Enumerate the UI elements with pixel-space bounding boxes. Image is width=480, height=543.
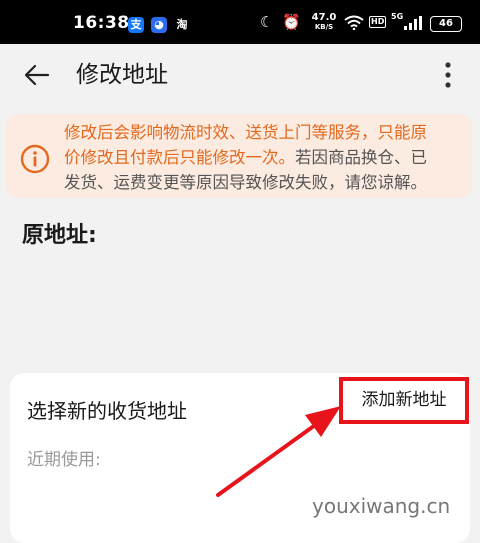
alarm-icon: ⏰ (282, 13, 301, 31)
notice-line-2-orange: 价修改且付款后只能修改一次。 (64, 148, 295, 167)
notice-line-2-grey: 若因商品换仓、已 (295, 148, 427, 167)
watermark-text: youxiwang.cn (312, 494, 451, 518)
info-icon (20, 144, 50, 174)
battery-icon: 46 (430, 16, 462, 32)
add-new-address-button[interactable]: 添加新地址 (339, 377, 469, 424)
notice-line-2: 价修改且付款后只能修改一次。若因商品换仓、已 (64, 147, 427, 169)
original-address-label: 原地址: (22, 223, 97, 248)
alipay-icon: 支 (128, 17, 144, 33)
hd-icon: HD (369, 16, 387, 28)
network-type-label: 5G (391, 12, 404, 21)
notice-banner: 修改后会影响物流时效、送货上门等服务，只能原 价修改且付款后只能修改一次。若因商… (6, 114, 472, 198)
status-icons: ☾ ⏰ 47.0 KB/S HD 5G 46 (260, 0, 480, 44)
network-speed-unit: KB/S (314, 23, 334, 31)
network-speed-value: 47.0 (311, 12, 337, 23)
status-time: 16:38 (73, 13, 130, 33)
page-title: 修改地址 (76, 62, 168, 88)
more-options-icon[interactable] (437, 59, 459, 91)
top-app-bar: 修改地址 (0, 44, 480, 106)
back-arrow-icon[interactable] (24, 62, 50, 88)
wifi-icon (344, 15, 364, 30)
recent-used-label: 近期使用: (27, 450, 101, 470)
notice-line-3: 发货、运费变更等原因导致修改失败，请您谅解。 (64, 173, 427, 192)
moon-icon: ☾ (260, 13, 274, 31)
taobao-icon: 淘 (174, 17, 190, 33)
select-new-address-title: 选择新的收货地址 (27, 399, 187, 423)
status-bar: 16:38 支 ◕ 淘 ☾ ⏰ 47.0 KB/S HD 5G 46 (0, 0, 480, 44)
app-mascot-icon: ◕ (151, 17, 167, 33)
network-speed: 47.0 KB/S (310, 12, 338, 32)
signal-icon (404, 16, 422, 30)
notice-line-1: 修改后会影响物流时效、送货上门等服务，只能原 (64, 123, 427, 142)
